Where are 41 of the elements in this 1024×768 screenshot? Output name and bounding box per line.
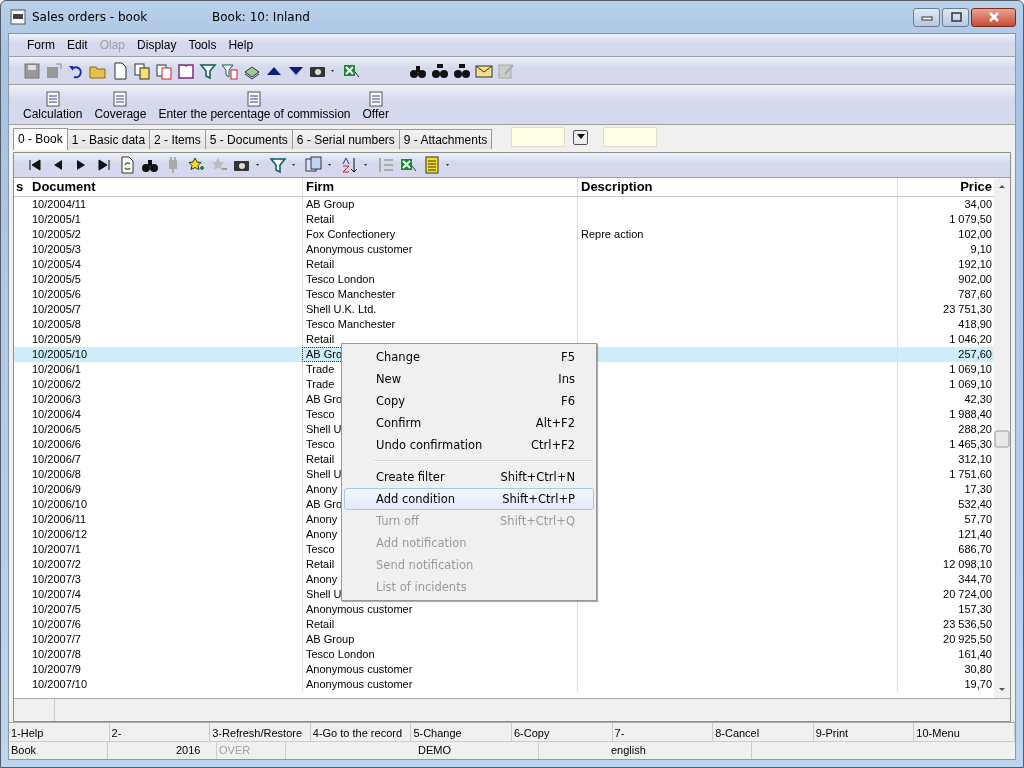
table-cell-text: 10/2007/1 xyxy=(31,542,82,557)
table-cell-text: 10/2006/1 xyxy=(31,362,82,377)
status-text: 2016 xyxy=(174,742,217,759)
table-cell-text: 10/2005/6 xyxy=(31,287,82,302)
table-cell-text: 10/2007/3 xyxy=(31,572,82,587)
table-cell-text: 10/2007/5 xyxy=(31,602,82,617)
table-cell-text: 10/2007/2 xyxy=(31,557,82,572)
table-cell-text: 10/2005/5 xyxy=(31,272,82,287)
table-cell-text: 10/2006/7 xyxy=(31,452,82,467)
window-title: Sales orders - book xyxy=(32,10,149,24)
table-cell-text: 10/2006/5 xyxy=(31,422,82,437)
table-cell-text: 10/2005/10 xyxy=(31,347,89,362)
table-cell-text: 10/2007/7 xyxy=(31,632,82,647)
status-text: Book xyxy=(9,742,108,759)
window-subtitle: Book: 10: Inland xyxy=(212,10,310,24)
table-cell-text: 10/2006/4 xyxy=(31,407,82,422)
table-cell-text: 10/2004/11 xyxy=(31,197,88,212)
status-text: DEMO xyxy=(416,742,539,759)
table-cell-text: 10/2006/2 xyxy=(31,377,82,392)
table-cell-text: 10/2007/9 xyxy=(31,662,82,677)
table-cell-text: 10/2007/4 xyxy=(31,587,82,602)
table-cell: Anonymous customer xyxy=(302,677,577,692)
status-text: english xyxy=(609,742,752,759)
table-cell-text: 10/2005/1 xyxy=(31,212,82,227)
status-text: OVER xyxy=(217,742,286,759)
table-cell-text: 10/2006/12 xyxy=(31,527,89,542)
table-cell-text: 10/2006/6 xyxy=(31,437,82,452)
table-cell-text: 10/2005/7 xyxy=(31,302,82,317)
table-cell-text: 10/2005/8 xyxy=(31,317,82,332)
table-cell-text: 10/2005/3 xyxy=(31,242,82,257)
table-cell-text: 10/2006/11 xyxy=(31,512,88,527)
table-cell-text: 10/2006/8 xyxy=(31,467,82,482)
table-cell-text: 10/2007/8 xyxy=(31,647,82,662)
table-cell-text: 10/2006/9 xyxy=(31,482,82,497)
table-cell-text: 10/2007/10 xyxy=(31,677,89,692)
table-cell-text: 10/2006/3 xyxy=(31,392,82,407)
table-cell-text: 10/2007/6 xyxy=(31,617,82,632)
table-cell-text: 10/2005/2 xyxy=(31,227,82,242)
table-cell-text: 10/2005/4 xyxy=(31,257,82,272)
table-cell-text: 10/2006/10 xyxy=(31,497,89,512)
table-cell-text: 10/2005/9 xyxy=(31,332,82,347)
